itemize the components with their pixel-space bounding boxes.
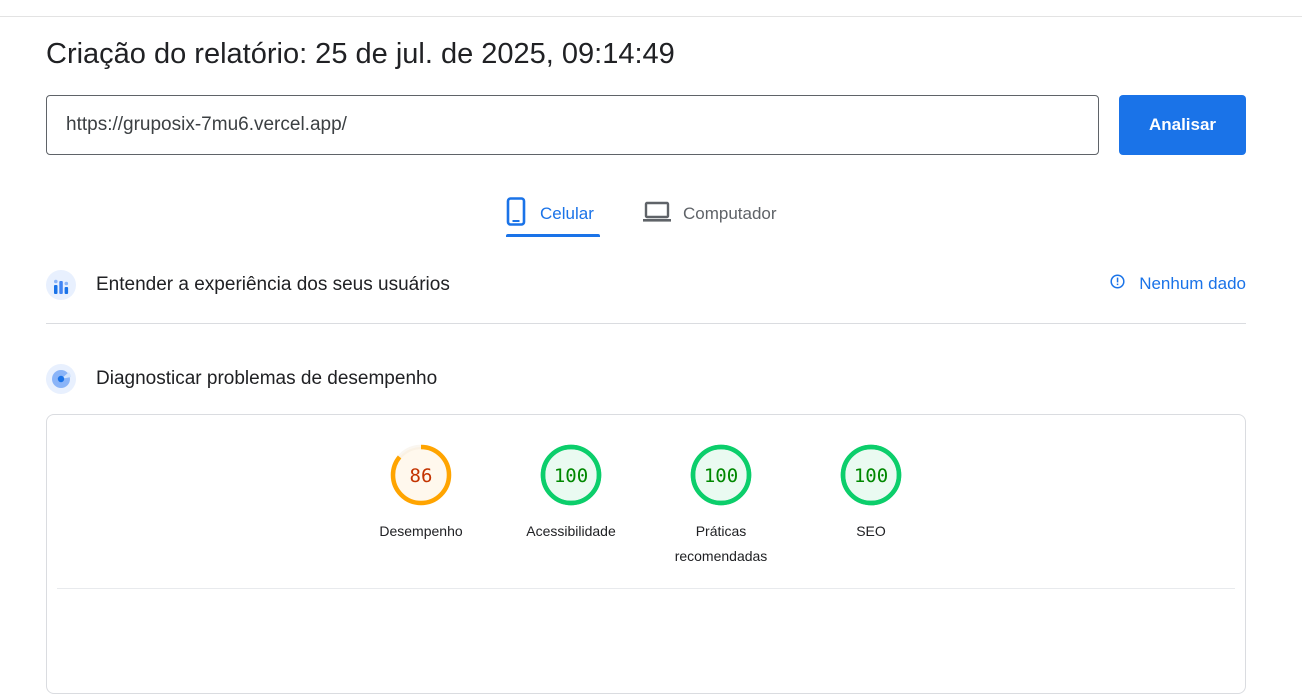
page-title: Criação do relatório: 25 de jul. de 2025… bbox=[46, 38, 675, 70]
info-icon bbox=[1110, 274, 1125, 294]
url-input[interactable] bbox=[46, 95, 1099, 155]
score-gauge-accessibility[interactable]: 100 Acessibilidade bbox=[496, 443, 646, 544]
score-value: 100 bbox=[854, 465, 888, 487]
tab-desktop-label: Computador bbox=[683, 204, 777, 223]
analyze-button[interactable]: Analisar bbox=[1119, 95, 1246, 155]
no-data-link[interactable]: Nenhum dado bbox=[1110, 274, 1246, 294]
top-divider bbox=[0, 16, 1302, 17]
smartphone-icon bbox=[506, 196, 528, 232]
score-label: SEO bbox=[856, 523, 886, 539]
gauge-ring: 100 bbox=[840, 444, 902, 506]
active-tab-indicator bbox=[506, 234, 600, 237]
tab-mobile-label: Celular bbox=[540, 204, 594, 223]
gauge-ring: 100 bbox=[540, 444, 602, 506]
score-gauge-performance[interactable]: 86 Desempenho bbox=[346, 443, 496, 544]
gauge-ring: 86 bbox=[390, 444, 452, 506]
score-gauge-seo[interactable]: 100 SEO bbox=[796, 443, 946, 544]
tab-mobile[interactable]: Celular bbox=[506, 190, 600, 238]
gauge-ring: 100 bbox=[690, 444, 752, 506]
card-divider bbox=[57, 588, 1235, 589]
users-chart-icon bbox=[46, 270, 76, 300]
score-value: 100 bbox=[554, 465, 588, 487]
score-label: Desempenho bbox=[379, 523, 463, 539]
score-label: Práticas recomendadas bbox=[674, 523, 768, 564]
tab-desktop[interactable]: Computador bbox=[643, 190, 777, 238]
lighthouse-icon bbox=[46, 364, 76, 394]
lab-data-title: Diagnosticar problemas de desempenho bbox=[96, 368, 438, 389]
score-gauge-best-practices[interactable]: 100 Práticas recomendadas bbox=[646, 443, 796, 569]
laptop-icon bbox=[643, 200, 671, 229]
score-value: 86 bbox=[410, 465, 433, 487]
score-value: 100 bbox=[704, 465, 738, 487]
score-label: Acessibilidade bbox=[526, 523, 616, 539]
no-data-label: Nenhum dado bbox=[1139, 274, 1246, 293]
section-divider bbox=[46, 323, 1246, 324]
field-data-title: Entender a experiência dos seus usuários bbox=[96, 274, 450, 295]
